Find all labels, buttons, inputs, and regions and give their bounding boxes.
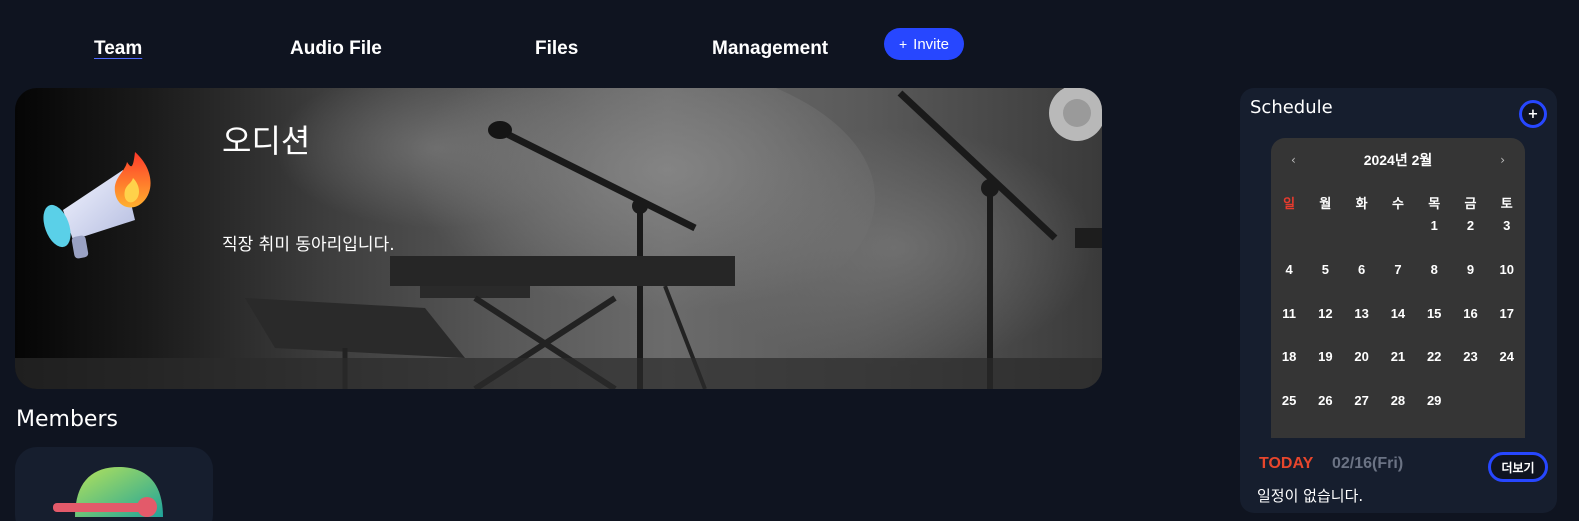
calendar-empty-cell xyxy=(1344,218,1380,262)
calendar-empty-cell xyxy=(1271,218,1307,262)
calendar-day[interactable]: 8 xyxy=(1416,262,1452,306)
empty-schedule-text: 일정이 없습니다. xyxy=(1257,487,1364,505)
cap-avatar-icon xyxy=(53,467,163,517)
calendar-empty-cell xyxy=(1307,218,1343,262)
calendar-day[interactable]: 4 xyxy=(1271,262,1307,306)
calendar-day[interactable]: 19 xyxy=(1307,349,1343,393)
calendar-day[interactable]: 3 xyxy=(1489,218,1525,262)
calendar-day[interactable]: 11 xyxy=(1271,306,1307,350)
calendar-day[interactable]: 7 xyxy=(1380,262,1416,306)
calendar-day[interactable]: 6 xyxy=(1344,262,1380,306)
calendar-day[interactable]: 2 xyxy=(1452,218,1488,262)
calendar-day[interactable]: 22 xyxy=(1416,349,1452,393)
calendar-day[interactable]: 13 xyxy=(1344,306,1380,350)
team-banner: 오디션 직장 취미 동아리입니다. xyxy=(15,88,1102,389)
invite-button[interactable]: + Invite xyxy=(884,28,964,60)
calendar-day[interactable]: 12 xyxy=(1307,306,1343,350)
calendar-day[interactable]: 28 xyxy=(1380,393,1416,437)
top-nav: Team Audio File Files Management + Invit… xyxy=(0,0,1579,88)
add-schedule-button[interactable]: + xyxy=(1519,100,1547,128)
members-heading: Members xyxy=(16,407,118,432)
nav-tab-management[interactable]: Management xyxy=(712,38,828,60)
member-card[interactable] xyxy=(15,447,213,521)
calendar-day[interactable]: 23 xyxy=(1452,349,1488,393)
schedule-heading: Schedule xyxy=(1250,97,1333,118)
calendar-header: ‹ 2024년 2월 › xyxy=(1271,150,1525,170)
invite-label: Invite xyxy=(913,35,950,53)
calendar-day[interactable]: 29 xyxy=(1416,393,1452,437)
calendar-day[interactable]: 10 xyxy=(1489,262,1525,306)
calendar-day[interactable]: 17 xyxy=(1489,306,1525,350)
today-label: TODAY xyxy=(1259,455,1314,472)
calendar-empty-cell xyxy=(1380,218,1416,262)
calendar-day[interactable]: 27 xyxy=(1344,393,1380,437)
team-description: 직장 취미 동아리입니다. xyxy=(222,235,395,255)
schedule-panel: Schedule + ‹ 2024년 2월 › 일월화수목금토123456789… xyxy=(1240,88,1557,513)
calendar-day[interactable]: 16 xyxy=(1452,306,1488,350)
weekday-label: 토 xyxy=(1500,196,1513,211)
calendar: ‹ 2024년 2월 › 일 월 화 수 목 금 토 1 2 3 4 5 6 7 8 9 10 11 12 13 14 1… xyxy=(1271,138,1525,438)
nav-tab-files[interactable]: Files xyxy=(535,38,578,60)
calendar-day[interactable]: 26 xyxy=(1307,393,1343,437)
calendar-day[interactable]: 20 xyxy=(1344,349,1380,393)
calendar-grid: 일 월 화 수 목 금 토 1 2 3 4 5 6 7 8 9 10 11 12 13 14 15 16 17 18 19 20 21… xyxy=(1271,193,1525,437)
next-month-button[interactable]: › xyxy=(1500,153,1505,167)
megaphone-fire-icon xyxy=(43,152,151,259)
weekday-label: 수 xyxy=(1391,196,1404,211)
today-row: TODAY 02/16(Fri) 더보기 xyxy=(1259,452,1549,482)
calendar-day[interactable]: 24 xyxy=(1489,349,1525,393)
calendar-day[interactable]: 25 xyxy=(1271,393,1307,437)
plus-icon: + xyxy=(898,36,908,52)
nav-tab-team[interactable]: Team xyxy=(94,38,142,60)
calendar-day[interactable]: 1 xyxy=(1416,218,1452,262)
calendar-day[interactable]: 5 xyxy=(1307,262,1343,306)
weekday-label: 목 xyxy=(1428,196,1441,211)
calendar-day[interactable]: 18 xyxy=(1271,349,1307,393)
nav-tab-audio-file[interactable]: Audio File xyxy=(290,38,382,60)
stage-background-image xyxy=(15,88,1102,389)
more-button[interactable]: 더보기 xyxy=(1488,452,1548,482)
team-title: 오디션 xyxy=(222,122,311,160)
calendar-day[interactable]: 15 xyxy=(1416,306,1452,350)
calendar-day[interactable]: 21 xyxy=(1380,349,1416,393)
weekday-label: 화 xyxy=(1355,196,1368,211)
weekday-label: 일 xyxy=(1283,196,1296,211)
prev-month-button[interactable]: ‹ xyxy=(1291,153,1296,167)
today-date: 02/16(Fri) xyxy=(1332,455,1404,472)
calendar-day[interactable]: 9 xyxy=(1452,262,1488,306)
calendar-day[interactable]: 14 xyxy=(1380,306,1416,350)
weekday-label: 월 xyxy=(1319,196,1332,211)
weekday-label: 금 xyxy=(1464,196,1477,211)
calendar-month-label: 2024년 2월 xyxy=(1363,152,1433,168)
